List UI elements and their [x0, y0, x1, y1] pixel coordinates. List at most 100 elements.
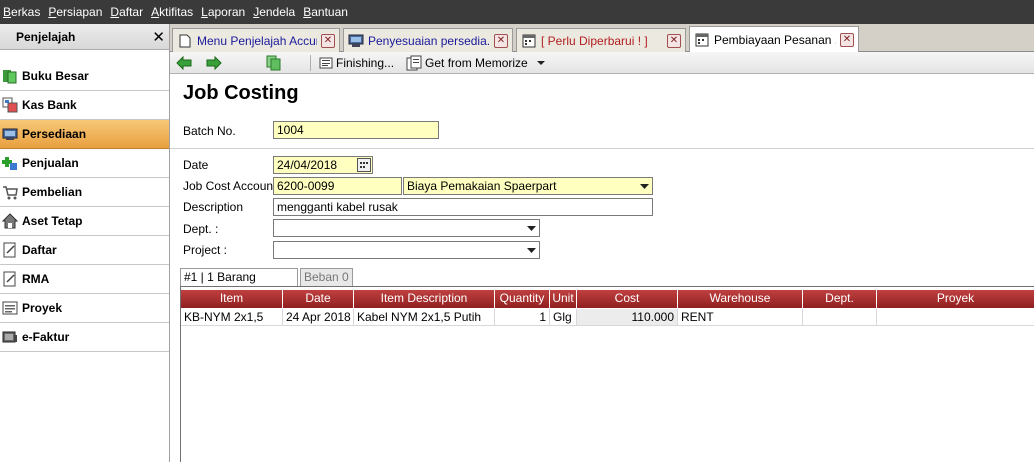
memorize-icon	[406, 55, 422, 71]
cell-item[interactable]: KB-NYM 2x1,5	[181, 309, 283, 326]
form-toolbar: Finishing... Get from Memorize	[170, 52, 1034, 74]
menu-bantuan-label: antuan	[311, 5, 348, 19]
column-header-cost[interactable]: Cost	[577, 290, 678, 308]
finishing-label: Finishing...	[336, 55, 395, 70]
sidebar-item-persediaan[interactable]: Persediaan	[0, 120, 169, 149]
rma-icon	[2, 271, 18, 287]
column-header-warehouse[interactable]: Warehouse	[678, 290, 803, 308]
menu-aktifitas-label: ktifitas	[159, 5, 194, 19]
fixed-asset-icon	[2, 213, 18, 229]
menu-aktifitas[interactable]: Aktifitas	[151, 5, 193, 19]
chevron-down-icon	[536, 60, 546, 66]
project-icon	[2, 300, 18, 316]
column-header-unit[interactable]: Unit	[550, 290, 577, 308]
cash-bank-icon	[2, 97, 18, 113]
chevron-down-icon[interactable]	[525, 222, 537, 234]
copy-icon[interactable]	[266, 55, 282, 71]
account-code-field[interactable]: 6200-0099	[273, 177, 402, 195]
get-from-memorize-button[interactable]: Get from Memorize	[406, 55, 546, 71]
menu-jendela[interactable]: Jendela	[253, 5, 295, 19]
tab-beban[interactable]: Beban 0	[300, 268, 353, 286]
dept-select[interactable]	[273, 219, 540, 237]
forward-arrow-icon[interactable]	[206, 55, 222, 70]
sidebar-item-label: Penjualan	[22, 156, 79, 170]
cell-quantity[interactable]: 1	[495, 309, 550, 326]
calendar-picker-icon[interactable]	[357, 158, 371, 172]
account-name-select[interactable]: Biaya Pemakaian Spaerpart	[403, 177, 653, 195]
tab-close-icon[interactable]: ✕	[840, 32, 854, 47]
cell-dept[interactable]	[803, 309, 877, 326]
sales-icon	[2, 155, 18, 171]
table-row[interactable]: KB-NYM 2x1,5 24 Apr 2018 Kabel NYM 2x1,5…	[181, 309, 1034, 326]
cell-item-description[interactable]: Kabel NYM 2x1,5 Putih	[354, 309, 495, 326]
project-label: Project :	[183, 243, 228, 257]
tab-close-icon[interactable]: ✕	[494, 33, 508, 48]
document-icon	[177, 34, 193, 48]
sidebar-gap	[0, 50, 169, 62]
tab-close-icon[interactable]: ✕	[321, 33, 335, 48]
menu-daftar-label: aftar	[119, 5, 144, 19]
tab-perlu-diperbarui[interactable]: [ Perlu Diperbarui ! ] ✕	[516, 28, 686, 52]
tab-penyesuaian-persediaan[interactable]: Penyesuaian persedia... ✕	[343, 28, 513, 52]
menu-laporan-accel: L	[201, 5, 208, 19]
chevron-down-icon[interactable]	[525, 244, 537, 256]
tab-pembiayaan-pesanan[interactable]: Pembiayaan Pesanan ... ✕	[689, 26, 859, 52]
grid-header: Item Date Item Description Quantity Unit…	[181, 290, 1034, 308]
tab-menu-penjelajah[interactable]: Menu Penjelajah Accur... ✕	[172, 28, 340, 52]
sidebar-item-kas-bank[interactable]: Kas Bank	[0, 91, 169, 120]
column-header-item-description[interactable]: Item Description	[354, 290, 495, 308]
sidebar-item-e-faktur[interactable]: e-Faktur	[0, 323, 169, 352]
menu-daftar[interactable]: Daftar	[110, 5, 143, 19]
column-header-date[interactable]: Date	[283, 290, 354, 308]
tab-label: [ Perlu Diperbarui ! ]	[541, 33, 648, 48]
cell-unit[interactable]: Glg	[550, 309, 577, 326]
menu-laporan[interactable]: Laporan	[201, 5, 245, 19]
account-name-value: Biaya Pemakaian Spaerpart	[407, 179, 557, 193]
purchase-icon	[2, 184, 18, 200]
sidebar-item-proyek[interactable]: Proyek	[0, 294, 169, 323]
sidebar-item-label: Aset Tetap	[22, 214, 83, 228]
menu-bar: Berkas Persiapan Daftar Aktifitas Lapora…	[0, 0, 1034, 24]
column-header-dept[interactable]: Dept.	[803, 290, 877, 308]
finishing-icon	[319, 57, 333, 69]
column-header-item[interactable]: Item	[181, 290, 283, 308]
date-label: Date	[183, 158, 209, 172]
menu-laporan-label: aporan	[207, 5, 246, 19]
column-header-proyek[interactable]: Proyek	[877, 290, 1034, 308]
chevron-down-icon[interactable]	[638, 180, 650, 192]
sidebar-item-buku-besar[interactable]: Buku Besar	[0, 62, 169, 91]
page-title: Job Costing	[183, 82, 299, 104]
menu-bantuan[interactable]: Bantuan	[303, 5, 348, 19]
sidebar-item-daftar[interactable]: Daftar	[0, 236, 169, 265]
sidebar-close-icon[interactable]: ✕	[152, 28, 165, 46]
sidebar-item-penjualan[interactable]: Penjualan	[0, 149, 169, 178]
sidebar-item-label: Persediaan	[22, 127, 87, 141]
sidebar-item-rma[interactable]: RMA	[0, 265, 169, 294]
sidebar-item-pembelian[interactable]: Pembelian	[0, 178, 169, 207]
menu-berkas[interactable]: Berkas	[3, 5, 40, 19]
cell-date[interactable]: 24 Apr 2018	[283, 309, 354, 326]
finishing-button[interactable]: Finishing...	[319, 56, 394, 70]
menu-persiapan[interactable]: Persiapan	[48, 5, 102, 19]
menu-daftar-accel: D	[110, 5, 120, 19]
column-header-quantity[interactable]: Quantity	[495, 290, 550, 308]
tab-label: Menu Penjelajah Accur...	[197, 33, 317, 48]
inventory-icon	[2, 126, 18, 142]
explorer-sidebar: Penjelajah ✕ Buku Besar Kas Bank Persedi…	[0, 24, 170, 462]
menu-persiapan-label: ersiapan	[56, 5, 103, 19]
batch-no-field[interactable]: 1004	[273, 121, 439, 139]
cell-warehouse[interactable]: RENT	[678, 309, 803, 326]
project-select[interactable]	[273, 241, 540, 259]
item-grid: Item Date Item Description Quantity Unit…	[180, 286, 1034, 462]
cell-proyek[interactable]	[877, 309, 1034, 326]
description-field[interactable]: mengganti kabel rusak	[273, 198, 653, 216]
calendar-icon	[521, 34, 537, 48]
cell-cost[interactable]: 110.000	[577, 309, 678, 326]
date-field[interactable]: 24/04/2018	[273, 156, 373, 174]
back-arrow-icon[interactable]	[176, 55, 192, 70]
tab-barang[interactable]: #1 | 1 Barang 110.000	[180, 268, 298, 298]
sidebar-item-aset-tetap[interactable]: Aset Tetap	[0, 207, 169, 236]
tab-close-icon[interactable]: ✕	[667, 33, 681, 48]
sidebar-item-label: Buku Besar	[22, 69, 89, 83]
batch-no-label: Batch No.	[183, 124, 236, 138]
